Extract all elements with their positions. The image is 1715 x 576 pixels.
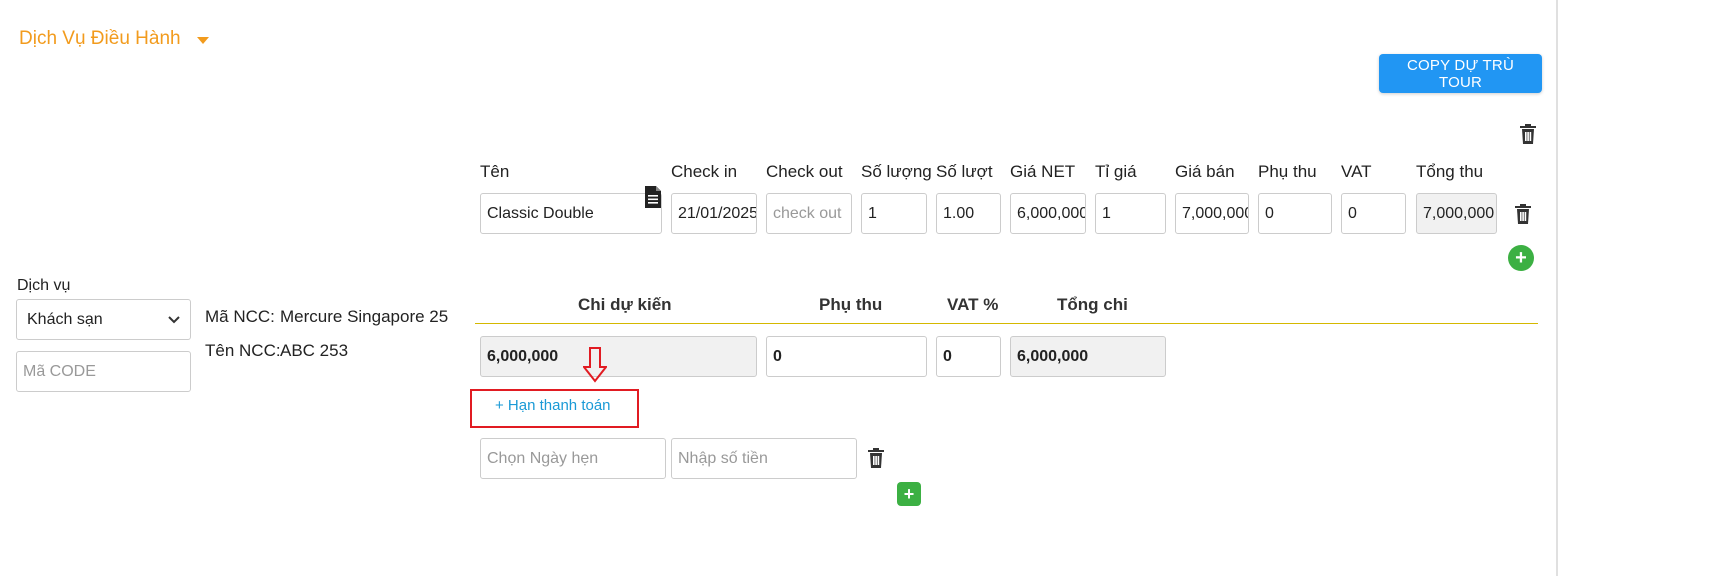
- vat-input[interactable]: 0: [1341, 193, 1406, 234]
- delete-payment-trash-icon[interactable]: [867, 448, 885, 468]
- header-summary-vat: VAT %: [947, 295, 999, 314]
- header-gia-ban: Giá bán: [1175, 162, 1235, 181]
- summary-vat-input[interactable]: 0: [936, 336, 1001, 377]
- add-payment-plus-icon[interactable]: +: [897, 482, 921, 506]
- chi-du-kien-input: 6,000,000: [480, 336, 757, 377]
- service-name-input[interactable]: Classic Double: [480, 193, 662, 234]
- check-out-input[interactable]: check out: [766, 193, 852, 234]
- payment-date-input[interactable]: Chọn Ngày hẹn: [480, 438, 666, 479]
- summary-phu-thu-input[interactable]: 0: [766, 336, 927, 377]
- service-label: Dịch vụ: [17, 277, 71, 294]
- ma-ncc-value: Mercure Singapore 25: [280, 307, 449, 326]
- check-in-input[interactable]: 21/01/2025: [671, 193, 757, 234]
- header-vat: VAT: [1341, 162, 1372, 181]
- document-icon[interactable]: [645, 186, 661, 208]
- header-tong-chi: Tổng chi: [1057, 295, 1128, 314]
- header-summary-phu-thu: Phụ thu: [819, 295, 883, 314]
- chevron-down-icon: [196, 37, 209, 44]
- so-luong-input[interactable]: 1: [861, 193, 927, 234]
- tong-thu-input: 7,000,000: [1416, 193, 1497, 234]
- ma-ncc-label: Mã NCC:: [205, 307, 275, 326]
- header-gia-net: Giá NET: [1010, 162, 1076, 181]
- header-so-luong: Số lượng: [861, 162, 932, 181]
- payment-amount-input[interactable]: Nhập số tiền: [671, 438, 857, 479]
- han-thanh-toan-link[interactable]: + Hạn thanh toán: [495, 397, 611, 414]
- header-phu-thu: Phụ thu: [1258, 162, 1317, 181]
- chevron-down-icon: [168, 315, 180, 323]
- section-title-toggle[interactable]: Dịch Vụ Điều Hành: [19, 28, 209, 50]
- header-ti-gia: Tỉ giá: [1095, 162, 1137, 181]
- header-ten: Tên: [480, 162, 510, 181]
- ti-gia-input[interactable]: 1: [1095, 193, 1166, 234]
- phu-thu-input[interactable]: 0: [1258, 193, 1332, 234]
- copy-du-tru-tour-button[interactable]: COPY DỰ TRÙ TOUR: [1379, 54, 1542, 93]
- add-row-plus-icon[interactable]: +: [1508, 245, 1534, 271]
- section-title: Dịch Vụ Điều Hành: [19, 28, 181, 49]
- ten-ncc-value: ABC 253: [280, 341, 349, 360]
- service-select[interactable]: Khách sạn: [16, 299, 191, 340]
- service-select-value: Khách sạn: [27, 310, 103, 328]
- ten-ncc-label: Tên NCC:: [205, 341, 281, 360]
- arrow-down-annotation-icon: [583, 347, 607, 383]
- header-check-out: Check out: [766, 162, 843, 181]
- code-input[interactable]: Mã CODE: [16, 351, 191, 392]
- scrollbar-edge: [1556, 0, 1558, 576]
- gia-ban-input[interactable]: 7,000,000: [1175, 193, 1249, 234]
- so-luot-input[interactable]: 1.00: [936, 193, 1001, 234]
- header-chi-du-kien: Chi dự kiến: [578, 295, 672, 314]
- tong-chi-input: 6,000,000: [1010, 336, 1166, 377]
- header-tong-thu: Tổng thu: [1416, 162, 1484, 181]
- header-check-in: Check in: [671, 162, 738, 181]
- delete-group-trash-icon[interactable]: [1519, 124, 1537, 144]
- summary-divider: [475, 323, 1538, 324]
- header-so-luot: Số lượt: [936, 162, 993, 181]
- gia-net-input[interactable]: 6,000,000: [1010, 193, 1086, 234]
- delete-row-trash-icon[interactable]: [1514, 204, 1532, 224]
